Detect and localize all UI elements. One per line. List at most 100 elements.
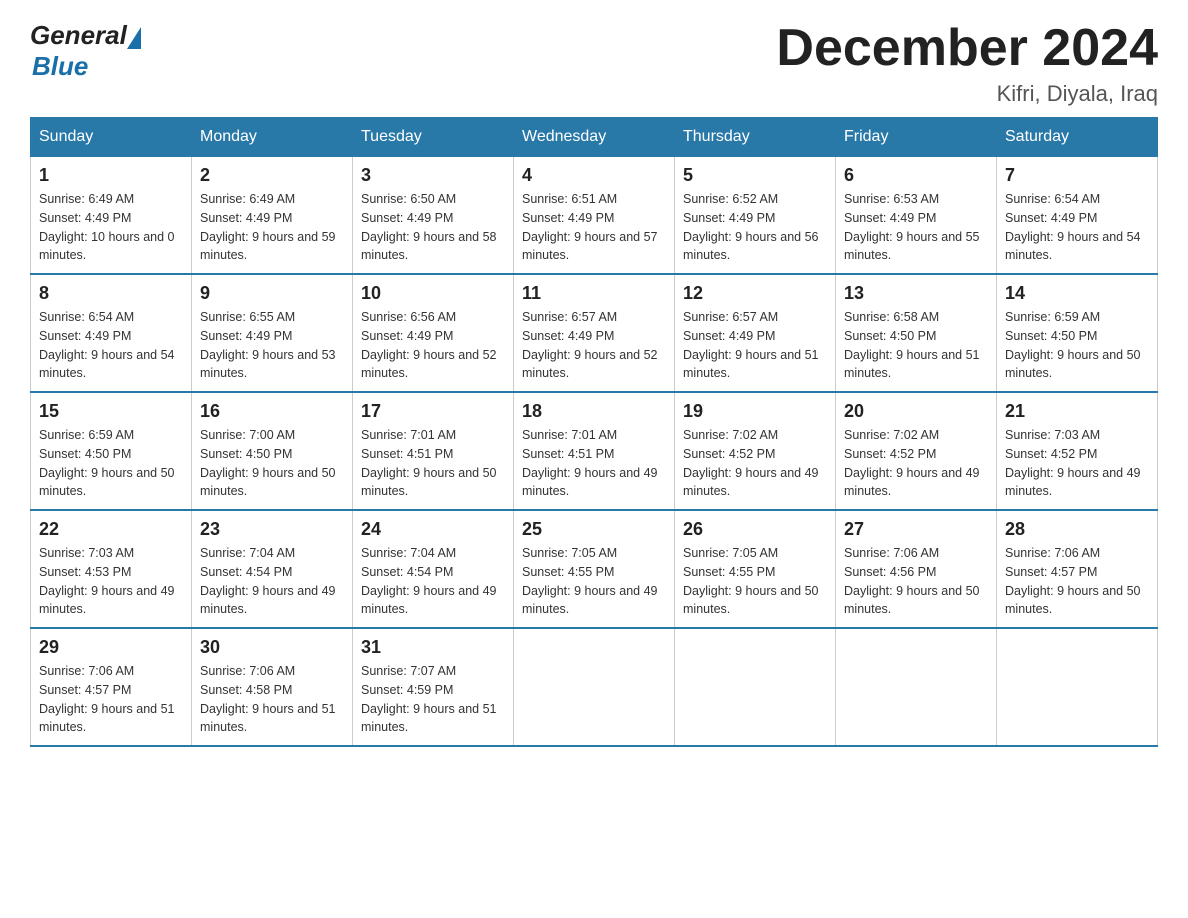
calendar-body: 1 Sunrise: 6:49 AM Sunset: 4:49 PM Dayli… xyxy=(31,157,1158,747)
logo-general-text: General xyxy=(30,20,127,51)
day-cell: 18 Sunrise: 7:01 AM Sunset: 4:51 PM Dayl… xyxy=(514,392,675,510)
week-row-5: 29 Sunrise: 7:06 AM Sunset: 4:57 PM Dayl… xyxy=(31,628,1158,746)
day-cell: 7 Sunrise: 6:54 AM Sunset: 4:49 PM Dayli… xyxy=(997,157,1158,275)
location-text: Kifri, Diyala, Iraq xyxy=(776,81,1158,107)
day-cell xyxy=(514,628,675,746)
header-cell-saturday: Saturday xyxy=(997,118,1158,157)
day-info: Sunrise: 7:03 AM Sunset: 4:53 PM Dayligh… xyxy=(39,544,183,619)
day-cell: 22 Sunrise: 7:03 AM Sunset: 4:53 PM Dayl… xyxy=(31,510,192,628)
day-number: 14 xyxy=(1005,283,1149,304)
day-cell xyxy=(675,628,836,746)
day-number: 28 xyxy=(1005,519,1149,540)
day-info: Sunrise: 6:51 AM Sunset: 4:49 PM Dayligh… xyxy=(522,190,666,265)
logo-wrap: General Blue xyxy=(30,20,141,82)
day-info: Sunrise: 6:52 AM Sunset: 4:49 PM Dayligh… xyxy=(683,190,827,265)
header-cell-monday: Monday xyxy=(192,118,353,157)
day-cell: 1 Sunrise: 6:49 AM Sunset: 4:49 PM Dayli… xyxy=(31,157,192,275)
day-cell: 30 Sunrise: 7:06 AM Sunset: 4:58 PM Dayl… xyxy=(192,628,353,746)
day-info: Sunrise: 7:05 AM Sunset: 4:55 PM Dayligh… xyxy=(683,544,827,619)
day-number: 13 xyxy=(844,283,988,304)
day-number: 24 xyxy=(361,519,505,540)
header-cell-thursday: Thursday xyxy=(675,118,836,157)
day-cell: 4 Sunrise: 6:51 AM Sunset: 4:49 PM Dayli… xyxy=(514,157,675,275)
day-number: 9 xyxy=(200,283,344,304)
day-number: 16 xyxy=(200,401,344,422)
day-number: 23 xyxy=(200,519,344,540)
day-cell: 13 Sunrise: 6:58 AM Sunset: 4:50 PM Dayl… xyxy=(836,274,997,392)
day-number: 25 xyxy=(522,519,666,540)
day-info: Sunrise: 6:49 AM Sunset: 4:49 PM Dayligh… xyxy=(200,190,344,265)
day-number: 17 xyxy=(361,401,505,422)
day-number: 26 xyxy=(683,519,827,540)
day-number: 20 xyxy=(844,401,988,422)
day-cell: 2 Sunrise: 6:49 AM Sunset: 4:49 PM Dayli… xyxy=(192,157,353,275)
day-number: 31 xyxy=(361,637,505,658)
header-row: SundayMondayTuesdayWednesdayThursdayFrid… xyxy=(31,118,1158,157)
day-info: Sunrise: 7:02 AM Sunset: 4:52 PM Dayligh… xyxy=(683,426,827,501)
header-cell-wednesday: Wednesday xyxy=(514,118,675,157)
day-number: 12 xyxy=(683,283,827,304)
logo-blue-text: Blue xyxy=(32,51,141,82)
logo: General Blue xyxy=(30,20,141,82)
day-info: Sunrise: 6:54 AM Sunset: 4:49 PM Dayligh… xyxy=(39,308,183,383)
header-cell-sunday: Sunday xyxy=(31,118,192,157)
day-info: Sunrise: 6:56 AM Sunset: 4:49 PM Dayligh… xyxy=(361,308,505,383)
header-cell-friday: Friday xyxy=(836,118,997,157)
day-info: Sunrise: 7:01 AM Sunset: 4:51 PM Dayligh… xyxy=(522,426,666,501)
day-number: 18 xyxy=(522,401,666,422)
day-number: 27 xyxy=(844,519,988,540)
day-number: 1 xyxy=(39,165,183,186)
day-cell xyxy=(836,628,997,746)
day-info: Sunrise: 7:06 AM Sunset: 4:57 PM Dayligh… xyxy=(1005,544,1149,619)
day-cell: 31 Sunrise: 7:07 AM Sunset: 4:59 PM Dayl… xyxy=(353,628,514,746)
day-info: Sunrise: 6:59 AM Sunset: 4:50 PM Dayligh… xyxy=(39,426,183,501)
day-cell: 19 Sunrise: 7:02 AM Sunset: 4:52 PM Dayl… xyxy=(675,392,836,510)
day-info: Sunrise: 6:57 AM Sunset: 4:49 PM Dayligh… xyxy=(683,308,827,383)
day-cell: 11 Sunrise: 6:57 AM Sunset: 4:49 PM Dayl… xyxy=(514,274,675,392)
day-cell: 24 Sunrise: 7:04 AM Sunset: 4:54 PM Dayl… xyxy=(353,510,514,628)
day-info: Sunrise: 7:00 AM Sunset: 4:50 PM Dayligh… xyxy=(200,426,344,501)
day-info: Sunrise: 7:03 AM Sunset: 4:52 PM Dayligh… xyxy=(1005,426,1149,501)
header-cell-tuesday: Tuesday xyxy=(353,118,514,157)
day-info: Sunrise: 7:06 AM Sunset: 4:56 PM Dayligh… xyxy=(844,544,988,619)
day-number: 4 xyxy=(522,165,666,186)
day-number: 19 xyxy=(683,401,827,422)
day-number: 7 xyxy=(1005,165,1149,186)
day-cell: 5 Sunrise: 6:52 AM Sunset: 4:49 PM Dayli… xyxy=(675,157,836,275)
day-info: Sunrise: 6:50 AM Sunset: 4:49 PM Dayligh… xyxy=(361,190,505,265)
day-info: Sunrise: 7:01 AM Sunset: 4:51 PM Dayligh… xyxy=(361,426,505,501)
day-cell: 20 Sunrise: 7:02 AM Sunset: 4:52 PM Dayl… xyxy=(836,392,997,510)
day-number: 22 xyxy=(39,519,183,540)
day-cell: 23 Sunrise: 7:04 AM Sunset: 4:54 PM Dayl… xyxy=(192,510,353,628)
day-info: Sunrise: 6:58 AM Sunset: 4:50 PM Dayligh… xyxy=(844,308,988,383)
day-info: Sunrise: 7:06 AM Sunset: 4:57 PM Dayligh… xyxy=(39,662,183,737)
day-cell xyxy=(997,628,1158,746)
day-info: Sunrise: 7:07 AM Sunset: 4:59 PM Dayligh… xyxy=(361,662,505,737)
day-cell: 16 Sunrise: 7:00 AM Sunset: 4:50 PM Dayl… xyxy=(192,392,353,510)
day-cell: 26 Sunrise: 7:05 AM Sunset: 4:55 PM Dayl… xyxy=(675,510,836,628)
day-cell: 15 Sunrise: 6:59 AM Sunset: 4:50 PM Dayl… xyxy=(31,392,192,510)
day-info: Sunrise: 7:02 AM Sunset: 4:52 PM Dayligh… xyxy=(844,426,988,501)
day-number: 3 xyxy=(361,165,505,186)
day-cell: 6 Sunrise: 6:53 AM Sunset: 4:49 PM Dayli… xyxy=(836,157,997,275)
page-header: General Blue December 2024 Kifri, Diyala… xyxy=(30,20,1158,107)
logo-triangle-icon xyxy=(127,27,141,49)
day-cell: 28 Sunrise: 7:06 AM Sunset: 4:57 PM Dayl… xyxy=(997,510,1158,628)
day-info: Sunrise: 7:04 AM Sunset: 4:54 PM Dayligh… xyxy=(200,544,344,619)
month-title: December 2024 xyxy=(776,20,1158,77)
day-cell: 25 Sunrise: 7:05 AM Sunset: 4:55 PM Dayl… xyxy=(514,510,675,628)
day-cell: 21 Sunrise: 7:03 AM Sunset: 4:52 PM Dayl… xyxy=(997,392,1158,510)
calendar-table: SundayMondayTuesdayWednesdayThursdayFrid… xyxy=(30,117,1158,747)
day-number: 15 xyxy=(39,401,183,422)
day-cell: 8 Sunrise: 6:54 AM Sunset: 4:49 PM Dayli… xyxy=(31,274,192,392)
day-info: Sunrise: 6:59 AM Sunset: 4:50 PM Dayligh… xyxy=(1005,308,1149,383)
week-row-4: 22 Sunrise: 7:03 AM Sunset: 4:53 PM Dayl… xyxy=(31,510,1158,628)
day-number: 6 xyxy=(844,165,988,186)
day-info: Sunrise: 6:57 AM Sunset: 4:49 PM Dayligh… xyxy=(522,308,666,383)
day-cell: 17 Sunrise: 7:01 AM Sunset: 4:51 PM Dayl… xyxy=(353,392,514,510)
title-area: December 2024 Kifri, Diyala, Iraq xyxy=(776,20,1158,107)
day-cell: 10 Sunrise: 6:56 AM Sunset: 4:49 PM Dayl… xyxy=(353,274,514,392)
day-cell: 12 Sunrise: 6:57 AM Sunset: 4:49 PM Dayl… xyxy=(675,274,836,392)
day-info: Sunrise: 7:04 AM Sunset: 4:54 PM Dayligh… xyxy=(361,544,505,619)
day-number: 2 xyxy=(200,165,344,186)
